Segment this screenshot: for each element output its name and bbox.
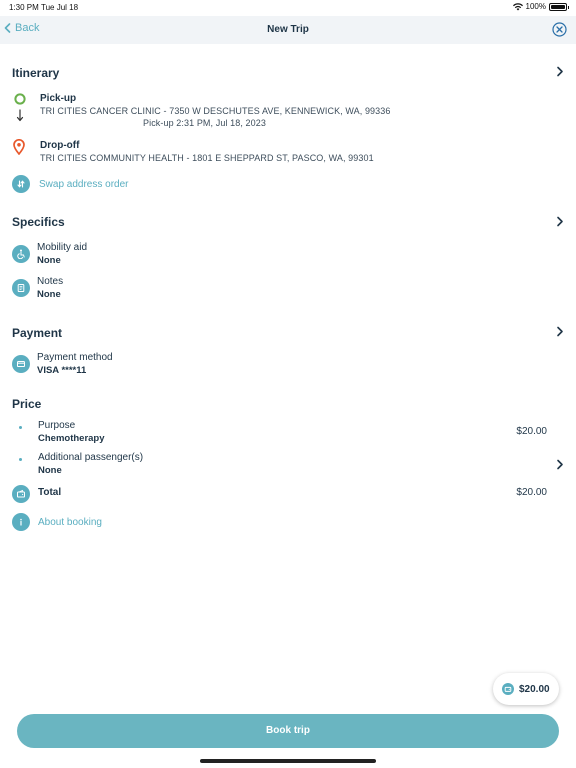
- total-price: $20.00: [516, 487, 547, 498]
- payment-method-label: Payment method: [37, 352, 113, 363]
- pickup-address: TRI CITIES CANCER CLINIC - 7350 W DESCHU…: [40, 106, 391, 116]
- notes-value: None: [37, 289, 61, 300]
- passengers-value: None: [38, 465, 62, 476]
- info-icon[interactable]: [12, 513, 30, 531]
- passengers-bullet: [19, 458, 22, 461]
- wheelchair-icon: [12, 245, 30, 263]
- battery-percent: 100%: [525, 2, 546, 11]
- mobility-aid-value: None: [37, 255, 61, 266]
- close-icon[interactable]: [552, 22, 567, 37]
- dropoff-address: TRI CITIES COMMUNITY HEALTH - 1801 E SHE…: [40, 153, 374, 163]
- status-right: 100%: [512, 2, 569, 11]
- purpose-bullet: [19, 426, 22, 429]
- notes-label: Notes: [37, 276, 64, 287]
- about-booking-link[interactable]: About booking: [38, 517, 102, 528]
- pickup-label: Pick-up: [40, 93, 77, 104]
- total-label: Total: [38, 487, 62, 498]
- pickup-time: Pick-up 2:31 PM, Jul 18, 2023: [143, 118, 266, 128]
- swap-icon[interactable]: [12, 175, 30, 193]
- notes-icon: [12, 279, 30, 297]
- navigation-bar: Back New Trip: [0, 16, 576, 44]
- payment-chevron-icon[interactable]: [556, 326, 564, 337]
- credit-card-icon: [12, 355, 30, 373]
- battery-icon: [549, 2, 569, 11]
- dropoff-label: Drop-off: [40, 140, 80, 151]
- pickup-marker-icon: [14, 93, 26, 105]
- purpose-label: Purpose: [38, 420, 76, 431]
- wallet-icon: [502, 683, 514, 695]
- wallet-icon: [12, 485, 30, 503]
- passengers-chevron-icon[interactable]: [556, 459, 564, 470]
- status-time: 1:30 PM: [9, 3, 39, 12]
- floating-price-chip[interactable]: $20.00: [493, 673, 559, 705]
- home-indicator: [200, 759, 376, 763]
- book-trip-button[interactable]: Book trip: [17, 714, 559, 748]
- arrow-down-icon: [16, 109, 24, 122]
- purpose-value: Chemotherapy: [38, 433, 105, 444]
- itinerary-chevron-icon[interactable]: [556, 66, 564, 77]
- specifics-chevron-icon[interactable]: [556, 216, 564, 227]
- wifi-icon: [512, 2, 523, 10]
- page-title: New Trip: [267, 24, 309, 35]
- purpose-price: $20.00: [516, 426, 547, 437]
- payment-method-value: VISA ****11: [37, 365, 87, 376]
- dropoff-pin-icon: [13, 139, 25, 155]
- status-date: Tue Jul 18: [41, 3, 79, 12]
- specifics-title: Specifics: [12, 215, 65, 229]
- payment-title: Payment: [12, 326, 63, 340]
- floating-price-value: $20.00: [519, 683, 550, 695]
- itinerary-title: Itinerary: [12, 66, 60, 80]
- price-title: Price: [12, 397, 42, 411]
- swap-address-button[interactable]: Swap address order: [39, 179, 129, 190]
- mobility-aid-label: Mobility aid: [37, 242, 88, 253]
- passengers-label: Additional passenger(s): [38, 452, 144, 463]
- status-bar: 1:30 PM Tue Jul 18 100%: [0, 0, 576, 16]
